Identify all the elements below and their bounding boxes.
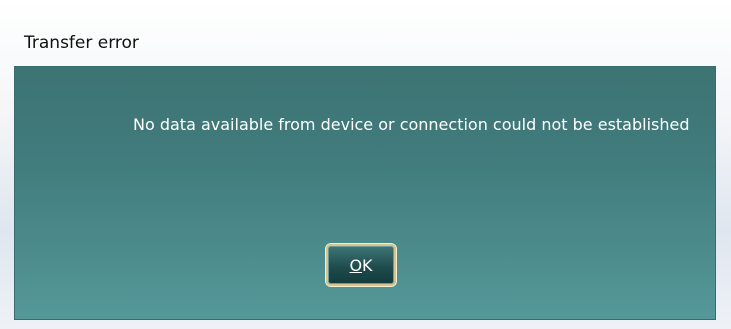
ok-button-label: OK xyxy=(349,256,372,275)
transfer-error-dialog: Transfer error No data available from de… xyxy=(0,0,731,329)
ok-button-mnemonic: O xyxy=(349,255,363,275)
message-panel: No data available from device or connect… xyxy=(14,66,716,320)
title-bar: Transfer error xyxy=(0,0,731,66)
ok-button[interactable]: OK xyxy=(326,244,396,286)
dialog-title: Transfer error xyxy=(24,33,139,53)
ok-button-label-rest: K xyxy=(362,255,373,275)
error-message: No data available from device or connect… xyxy=(133,115,690,134)
